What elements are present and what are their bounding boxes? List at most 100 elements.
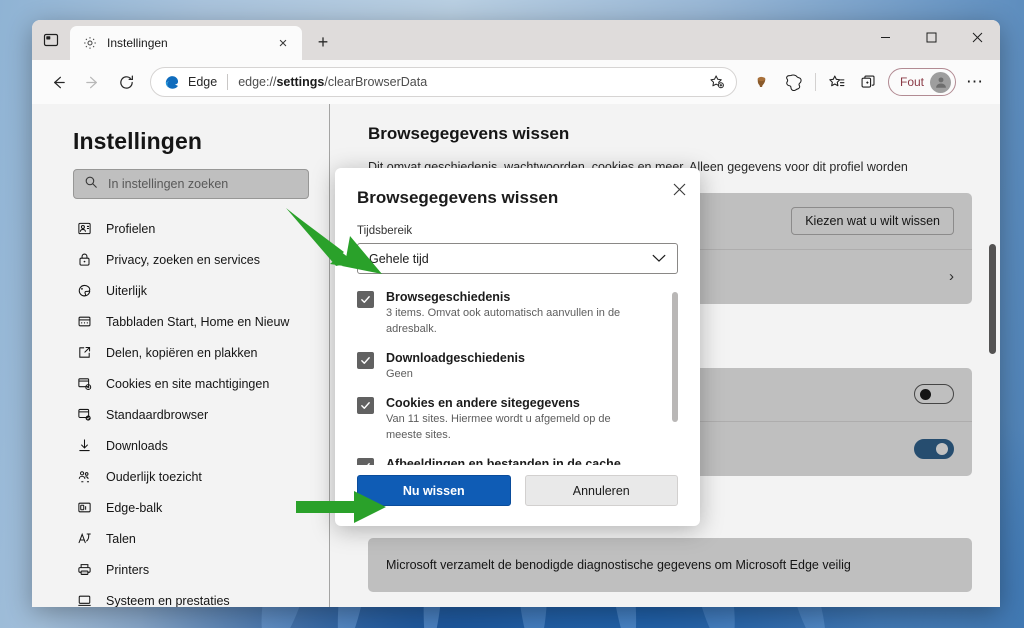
extension-puzzle-icon[interactable] [747, 67, 777, 97]
add-favorite-icon[interactable] [704, 69, 730, 95]
toolbar-divider [814, 73, 816, 91]
close-button[interactable] [954, 20, 1000, 54]
download-icon [76, 437, 93, 454]
list-item[interactable]: Afbeeldingen en bestanden in de cache Ma… [357, 457, 662, 465]
list-item[interactable]: Cookies en andere sitegegevens Van 11 si… [357, 396, 662, 444]
sidebar-item-label: Systeem en prestaties [106, 593, 230, 608]
tabs-icon [76, 313, 93, 330]
search-input[interactable] [108, 177, 298, 191]
tab-actions-button[interactable] [32, 20, 70, 60]
item-desc: Geen [386, 367, 413, 380]
clear-browsing-data-dialog: Browsegegevens wissen Tijdsbereik Gehele… [335, 168, 700, 526]
sidebar-item-cookies[interactable]: Cookies en site machtigingen [32, 368, 329, 399]
forward-button[interactable] [76, 66, 108, 98]
sidebar-item-label: Printers [106, 562, 150, 577]
address-bar[interactable]: Edge edge://settings/clearBrowserData [150, 67, 737, 97]
sidebar-item-label: Tabbladen Start, Home en Nieuw [106, 314, 290, 329]
sidebar-item-label: Privacy, zoeken en services [106, 252, 260, 267]
sidebar-item-downloads[interactable]: Downloads [32, 430, 329, 461]
checkbox-checked[interactable] [357, 351, 374, 369]
tab-title: Instellingen [107, 36, 168, 50]
split-screen-icon[interactable] [779, 67, 809, 97]
sidebar-item-profielen[interactable]: Profielen [32, 213, 329, 244]
settings-page: Instellingen Profielen Privacy, zoeken e… [32, 104, 1000, 607]
checklist-scrollbar[interactable] [672, 292, 678, 422]
search-settings-box[interactable] [73, 169, 309, 199]
chevron-down-icon [652, 252, 666, 266]
sidebar-item-printers[interactable]: Printers [32, 554, 329, 585]
sidebar-item-label: Cookies en site machtigingen [106, 376, 270, 391]
omnibox-brand-label: Edge [188, 75, 218, 89]
url-prefix: edge:// [238, 75, 277, 89]
maximize-button[interactable] [908, 20, 954, 54]
sidebar-item-label: Ouderlijk toezicht [106, 469, 202, 484]
languages-icon [76, 530, 93, 547]
time-range-select[interactable]: Gehele tijd [357, 243, 678, 274]
sidebar-item-ouderlijk-toezicht[interactable]: Ouderlijk toezicht [32, 461, 329, 492]
sidebar-item-tabbladen[interactable]: Tabbladen Start, Home en Nieuw [32, 306, 329, 337]
url-bold: settings [276, 75, 325, 89]
sidebar-item-edge-balk[interactable]: Edge-balk [32, 492, 329, 523]
sidebar-item-uiterlijk[interactable]: Uiterlijk [32, 275, 329, 306]
omnibox-url[interactable]: edge://settings/clearBrowserData [238, 75, 696, 89]
cancel-button[interactable]: Annuleren [524, 475, 678, 506]
diagnostics-card: Microsoft verzamelt de benodigde diagnos… [368, 537, 972, 592]
favorites-icon[interactable] [822, 67, 852, 97]
item-title: Afbeeldingen en bestanden in de cache [386, 456, 621, 465]
sidebar-item-label: Edge-balk [106, 500, 163, 515]
time-range-value: Gehele tijd [369, 251, 429, 266]
gear-icon [82, 35, 98, 51]
sidebar-item-label: Downloads [106, 438, 168, 453]
sidebar-item-privacy[interactable]: Privacy, zoeken en services [32, 244, 329, 275]
sidebar-item-label: Uiterlijk [106, 283, 147, 298]
checkbox-checked[interactable] [357, 457, 374, 465]
checkbox-checked[interactable] [357, 291, 374, 308]
window-controls [862, 20, 1000, 60]
choose-what-to-clear-button[interactable]: Kiezen wat u wilt wissen [791, 206, 954, 235]
edge-logo-icon [163, 74, 180, 91]
privacy-toggle-off[interactable] [914, 384, 954, 405]
time-range-label: Tijdsbereik [357, 225, 413, 237]
more-options-icon[interactable]: ⋯ [960, 67, 990, 97]
checkbox-checked[interactable] [357, 396, 374, 414]
sidebar-item-standaardbrowser[interactable]: Standaardbrowser [32, 399, 329, 430]
sidebar-item-label: Profielen [106, 221, 156, 236]
clear-now-button[interactable]: Nu wissen [357, 475, 511, 506]
close-icon[interactable]: × [273, 33, 293, 53]
printer-icon [76, 561, 93, 578]
sidebar-item-label: Delen, kopiëren en plakken [106, 345, 258, 360]
page-scrollbar[interactable] [989, 244, 996, 354]
data-type-checklist[interactable]: Browsegeschiedenis 3 items. Omvat ook au… [357, 290, 678, 465]
sidebar-nav-list: Profielen Privacy, zoeken en services Ui… [32, 213, 329, 607]
close-icon[interactable] [666, 176, 692, 202]
item-title: Cookies en andere sitegegevens [386, 395, 580, 410]
system-icon [76, 592, 93, 607]
dialog-actions: Nu wissen Annuleren [357, 465, 678, 526]
list-item[interactable]: Downloadgeschiedenis Geen [357, 351, 662, 383]
profile-button[interactable]: Fout [887, 68, 956, 96]
profiles-icon [76, 220, 93, 237]
omnibox-divider [227, 74, 229, 90]
tab-strip: Instellingen × + [32, 20, 1000, 60]
edge-bar-icon [76, 499, 93, 516]
appearance-icon [76, 282, 93, 299]
chevron-right-icon: › [949, 268, 954, 286]
content-heading: Browsegegevens wissen [368, 124, 570, 143]
item-desc: Van 11 sites. Hiermee wordt u afgemeld o… [386, 412, 611, 441]
sidebar-item-delen[interactable]: Delen, kopiëren en plakken [32, 337, 329, 368]
lock-icon [76, 251, 93, 268]
browser-window: Instellingen × + Edge edge://settings/cl… [32, 20, 1000, 607]
sidebar-item-talen[interactable]: Talen [32, 523, 329, 554]
reload-button[interactable] [110, 66, 142, 98]
collections-icon[interactable] [854, 67, 884, 97]
back-button[interactable] [42, 66, 74, 98]
minimize-button[interactable] [862, 20, 908, 54]
sidebar-item-label: Talen [106, 531, 136, 546]
share-icon [76, 344, 93, 361]
list-item[interactable]: Browsegeschiedenis 3 items. Omvat ook au… [357, 290, 662, 338]
browser-tab[interactable]: Instellingen × [70, 26, 302, 60]
profile-label: Fout [899, 75, 924, 89]
privacy-toggle-on[interactable] [914, 438, 954, 459]
new-tab-button[interactable]: + [308, 27, 338, 57]
sidebar-item-systeem[interactable]: Systeem en prestaties [32, 585, 329, 607]
